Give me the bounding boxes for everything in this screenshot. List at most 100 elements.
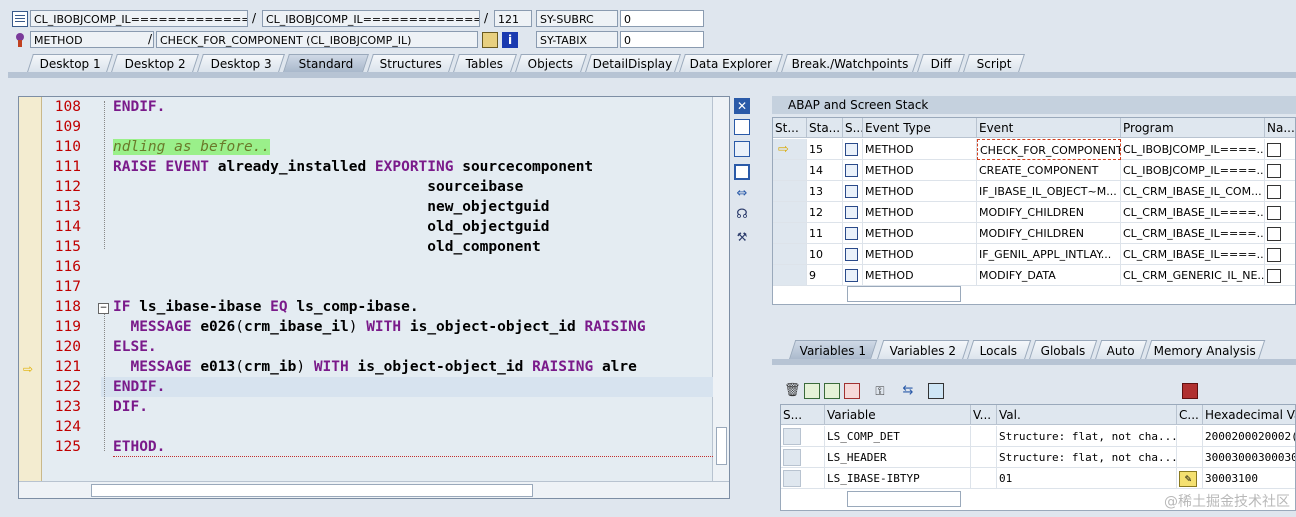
tree-expand-icon[interactable]: ⇆ <box>900 383 916 399</box>
row-selector[interactable] <box>783 428 801 445</box>
event-name-field[interactable]: CHECK_FOR_COMPONENT (CL_IBOBJCOMP_IL) <box>156 31 478 48</box>
code-line[interactable]: old_component <box>113 239 541 255</box>
code-line[interactable]: IF ls_ibase-ibase EQ ls_comp-ibase. <box>113 299 419 315</box>
info-icon[interactable]: i <box>502 32 518 48</box>
code-line[interactable]: MESSAGE e026(crm_ibase_il) WITH is_objec… <box>113 319 645 335</box>
sysvar-name-field[interactable]: SY-SUBRC <box>536 10 618 27</box>
debugger-position-arrow-icon: ⇨ <box>23 362 34 376</box>
stack-column-header[interactable]: Event Type <box>863 118 977 138</box>
row-selector[interactable] <box>783 470 801 487</box>
tab-data-explorer[interactable]: Data Explorer <box>679 54 783 72</box>
tab-script[interactable]: Script <box>963 54 1025 72</box>
tab-structures[interactable]: Structures <box>367 54 455 72</box>
navigate-source-icon[interactable] <box>1267 248 1281 262</box>
editor-horizontal-scrollbar[interactable] <box>19 481 729 498</box>
event-type-field[interactable]: METHOD <box>30 31 154 48</box>
call-stack-grid[interactable]: St... Sta... S... Event Type Event Program Na.… <box>772 117 1296 305</box>
program-field-1[interactable]: CL_IBOBJCOMP_IL=============== <box>30 10 248 27</box>
navigate-source-icon[interactable] <box>1267 269 1281 283</box>
export-icon[interactable] <box>844 383 860 399</box>
stack-column-header[interactable]: Event <box>977 118 1121 138</box>
navigate-source-icon[interactable] <box>1267 227 1281 241</box>
stack-column-header[interactable]: Program <box>1121 118 1265 138</box>
navigate-source-icon[interactable] <box>1267 185 1281 199</box>
tab-variables-2[interactable]: Locals <box>966 340 1032 360</box>
navigate-source-icon[interactable] <box>1267 143 1281 157</box>
pencil-edit-icon[interactable]: ✎ <box>1179 471 1197 487</box>
line-number-field[interactable]: 121 <box>494 10 532 27</box>
tab-variables-1[interactable]: Variables 2 <box>876 340 970 360</box>
navigate-source-icon[interactable] <box>1267 206 1281 220</box>
tab-variables-5[interactable]: Memory Analysis <box>1144 340 1266 360</box>
sysvar2-name-field[interactable]: SY-TABIX <box>536 31 618 48</box>
stack-column-header[interactable]: Sta... <box>807 118 843 138</box>
code-token: ENDIF. <box>113 99 166 115</box>
tab-detail-display[interactable]: DetailDisplay <box>585 54 681 72</box>
code-line[interactable]: DIF. <box>113 399 148 415</box>
split-view-icon[interactable] <box>734 141 750 157</box>
variable-value-cell: 01 <box>997 468 1177 489</box>
swap-icon[interactable]: ⇔ <box>734 186 750 202</box>
stack-column-header[interactable]: Na... <box>1265 118 1295 138</box>
tab-desktop-3[interactable]: Desktop 3 <box>197 54 285 72</box>
stack-column-header[interactable]: St... <box>773 118 807 138</box>
code-line[interactable]: ENDIF. <box>113 379 165 395</box>
close-icon[interactable]: ✕ <box>734 98 750 114</box>
headset-icon[interactable]: ☊ <box>734 207 750 223</box>
tab-objects[interactable]: Objects <box>515 54 587 72</box>
tab-variables-4[interactable]: Auto <box>1094 340 1148 360</box>
stack-status-cell <box>773 244 807 265</box>
tab-break-watchpoints[interactable]: Break./Watchpoints <box>781 54 919 72</box>
code-line[interactable]: old_objectguid <box>113 219 549 235</box>
navigate-source-icon[interactable] <box>1267 164 1281 178</box>
stack-horizontal-scrollbar[interactable] <box>847 286 961 302</box>
load-icon[interactable] <box>824 383 840 399</box>
method-icon <box>12 32 28 48</box>
stack-column-header[interactable]: S... <box>843 118 863 138</box>
grid-icon[interactable] <box>482 32 498 48</box>
tab-diff[interactable]: Diff <box>917 54 965 72</box>
variables-column-header[interactable]: Hexadecimal Valu <box>1203 405 1295 425</box>
disk-save-icon[interactable] <box>1182 383 1198 399</box>
sysvar2-value-field[interactable]: 0 <box>620 31 704 48</box>
tab-variables-0[interactable]: Variables 1 <box>788 340 878 360</box>
hierarchy-icon[interactable]: ⚿ <box>872 383 888 399</box>
tab-desktop-1[interactable]: Desktop 1 <box>27 54 113 72</box>
tab-desktop-2[interactable]: Desktop 2 <box>111 54 199 72</box>
line-number: 109 <box>54 119 81 135</box>
code-line[interactable]: new_objectguid <box>113 199 549 215</box>
code-token: already_installed <box>217 159 375 175</box>
code-line[interactable]: sourceibase <box>113 179 523 195</box>
code-line[interactable]: ndling as before.. <box>113 139 271 155</box>
tab-tables[interactable]: Tables <box>453 54 517 72</box>
tools-icon[interactable]: ⚒ <box>734 229 750 245</box>
code-line[interactable]: ETHOD. <box>113 439 165 455</box>
save-local-icon[interactable] <box>804 383 820 399</box>
variables-horizontal-scrollbar[interactable] <box>847 491 961 507</box>
delete-icon[interactable]: 🗑 <box>784 383 801 399</box>
code-line[interactable]: ENDIF. <box>113 99 165 115</box>
row-selector[interactable] <box>783 449 801 466</box>
code-line[interactable]: RAISE EVENT already_installed EXPORTING … <box>113 159 593 175</box>
variables-column-header[interactable]: V... <box>971 405 997 425</box>
variables-column-header[interactable]: C... <box>1177 405 1203 425</box>
code-line[interactable]: MESSAGE e013(crm_ib) WITH is_object-obje… <box>113 359 636 375</box>
maximize-icon[interactable] <box>734 164 750 180</box>
method-doc-icon <box>845 206 858 219</box>
code-token: EQ <box>270 299 297 315</box>
tag-icon[interactable] <box>928 383 944 399</box>
source-code-editor[interactable]: ⇨ − 108 ENDIF. 109 110 ndling as before.. 111… <box>18 96 730 499</box>
editor-vertical-scrollbar[interactable] <box>712 97 729 498</box>
collapse-toggle-icon[interactable]: − <box>98 303 109 314</box>
variables-column-header[interactable]: Variable <box>825 405 971 425</box>
tab-variables-3[interactable]: Globals <box>1028 340 1098 360</box>
variables-column-header[interactable]: Val. <box>997 405 1177 425</box>
new-window-icon[interactable] <box>734 119 750 135</box>
stack-type-icon-cell <box>843 181 863 202</box>
tab-standard[interactable]: Standard <box>283 54 369 72</box>
variables-column-header[interactable]: S... <box>781 405 825 425</box>
sysvar-value-field[interactable]: 0 <box>620 10 704 27</box>
program-field-2[interactable]: CL_IBOBJCOMP_IL=============== <box>262 10 480 27</box>
code-token: ELSE. <box>113 339 157 355</box>
code-line[interactable]: ELSE. <box>113 339 157 355</box>
